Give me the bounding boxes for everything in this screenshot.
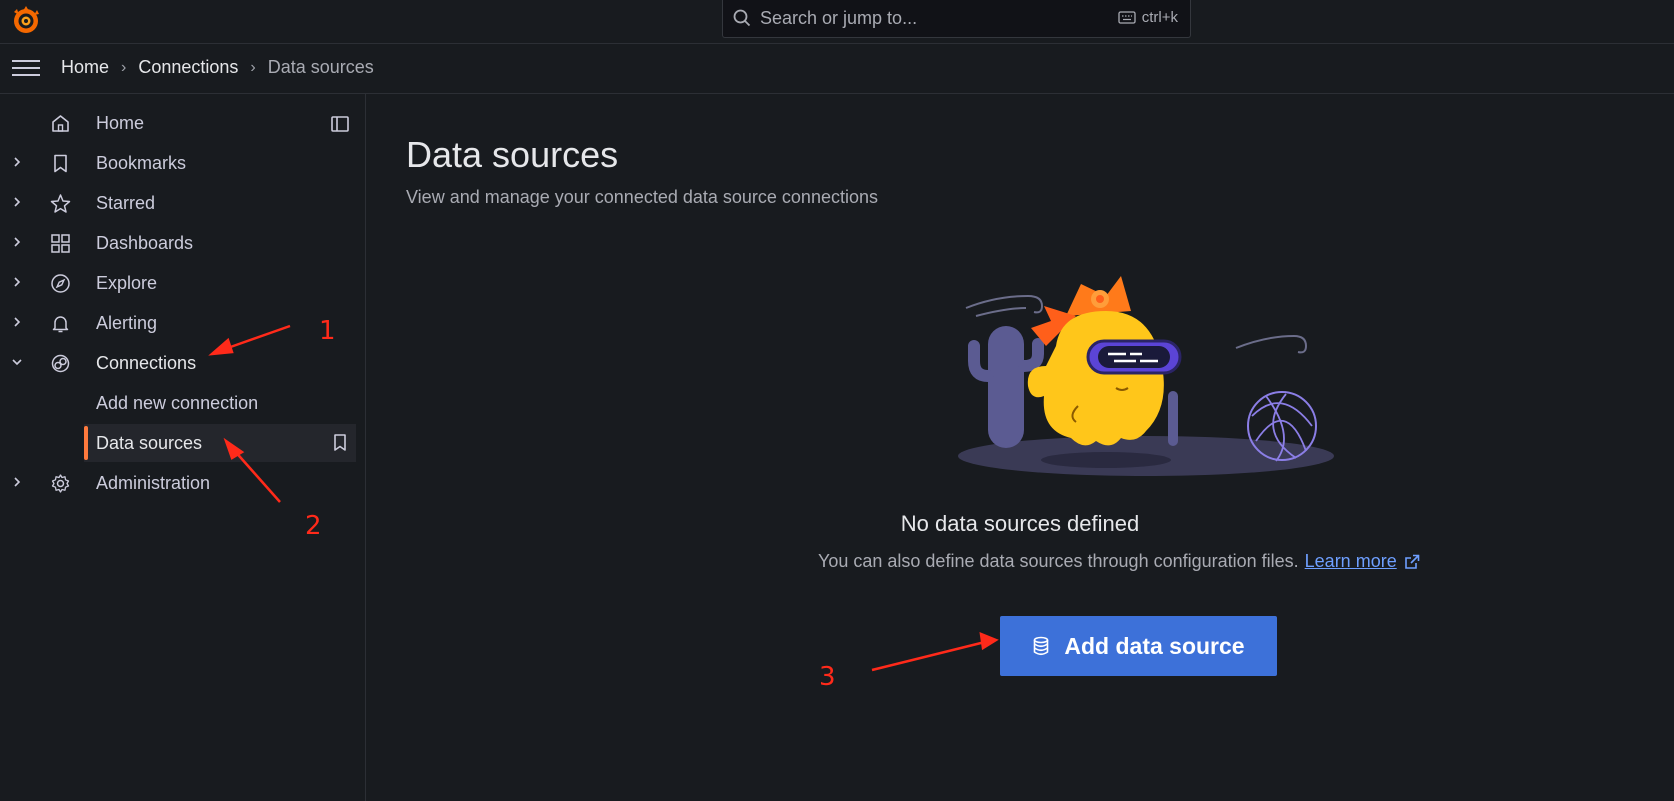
annotation-number: 1 [319,316,336,346]
annotation-arrows [208,324,999,672]
annotation-number: 3 [819,662,836,692]
annotation-number: 2 [305,511,322,541]
